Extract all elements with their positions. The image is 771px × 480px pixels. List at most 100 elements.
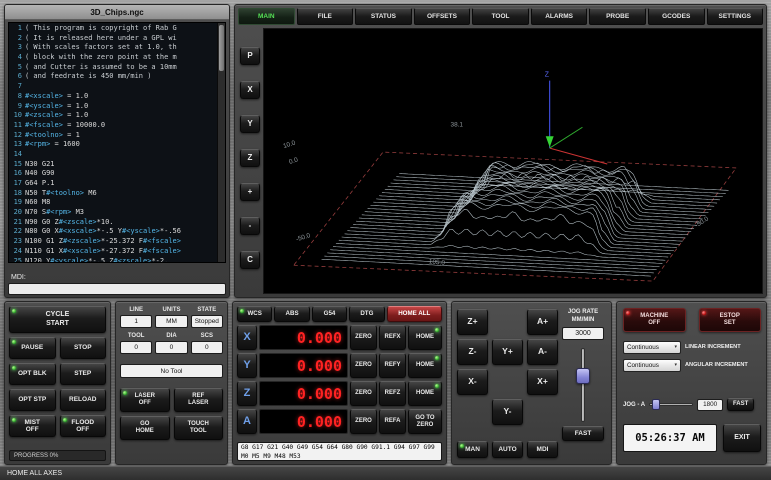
dro-g54-button[interactable]: G54 (312, 306, 347, 322)
mist-off-button[interactable]: MIST OFF (9, 415, 56, 437)
jog-rate-slider-track[interactable] (581, 348, 585, 422)
angular-increment-row: Continuous▾ANGULAR INCREMENT (623, 358, 762, 372)
code-scrollbar[interactable] (217, 23, 225, 262)
code-line: 17G64 P.1 (9, 179, 217, 189)
jog-rate-slider-thumb[interactable] (576, 368, 590, 384)
clear-view-button[interactable]: C (240, 251, 260, 269)
line-number: 16 (9, 169, 25, 179)
zoom-out-button[interactable]: - (240, 217, 260, 235)
jog-x-minus-button[interactable]: X- (457, 369, 488, 395)
code-text: N90 G0 Z#<zscale>*10. (25, 218, 114, 228)
zero-x-button[interactable]: ZERO (350, 325, 377, 350)
axis-x-button[interactable]: X (237, 325, 257, 350)
line-number: 8 (9, 92, 25, 102)
progress-bar: PROGRESS 0% (9, 450, 106, 461)
jog-z-plus-button[interactable]: Z+ (457, 309, 488, 335)
code-text: #<fscale> = 10000.0 (25, 121, 105, 131)
code-text: #<yscale> = 1.0 (25, 102, 88, 112)
zero-z-button[interactable]: ZERO (350, 381, 377, 406)
mdi-input[interactable] (8, 283, 226, 295)
cycle-start-button[interactable]: CYCLE START (9, 306, 106, 333)
machine-off-button[interactable]: MACHINE OFF (623, 308, 686, 332)
axis-row-a: A0.000ZEROREFAGO TO ZERO (237, 409, 442, 434)
pause-button[interactable]: PAUSE (9, 337, 56, 359)
tab-offsets[interactable]: OFFSETS (414, 8, 471, 25)
code-text: N30 G21 (25, 160, 55, 170)
jog-y-plus-button[interactable]: Y+ (492, 339, 523, 365)
tab-gcodes[interactable]: GCODES (648, 8, 705, 25)
axis-z-button[interactable]: Z (237, 381, 257, 406)
dro-dtg-button[interactable]: DTG (349, 306, 384, 322)
jog-a-minus-button[interactable]: A- (527, 339, 558, 365)
jog-a-slider-thumb[interactable] (652, 399, 660, 410)
code-scrollbar-thumb[interactable] (219, 25, 224, 71)
jog-a-plus-button[interactable]: A+ (527, 309, 558, 335)
code-text: N60 M8 (25, 198, 50, 208)
ref-a-button[interactable]: REFA (379, 409, 406, 434)
axis-z-dro: 0.000 (259, 381, 348, 406)
flood-off-button[interactable]: FLOOD OFF (60, 415, 107, 437)
line-number: 13 (9, 140, 25, 150)
home-y-button[interactable]: HOME (408, 353, 442, 378)
ref-laser-button[interactable]: REF LASER (174, 388, 224, 412)
laser-off-button[interactable]: LASER OFF (120, 388, 170, 412)
opt-stp-button[interactable]: OPT STP (9, 389, 56, 411)
view-x-button[interactable]: X (240, 81, 260, 99)
mode-man-button[interactable]: MAN (457, 441, 488, 458)
axis-y-button[interactable]: Y (237, 353, 257, 378)
estop-set-button[interactable]: ESTOP SET (699, 308, 762, 332)
exit-button[interactable]: EXIT (723, 424, 761, 452)
code-area: 1( This program is copyright of Rab G2( … (9, 24, 217, 262)
jog-z-minus-button[interactable]: Z- (457, 339, 488, 365)
dro-abs-button[interactable]: ABS (274, 306, 309, 322)
gcode-editor[interactable]: 1( This program is copyright of Rab G2( … (8, 22, 226, 263)
zoom-in-button[interactable]: + (240, 183, 260, 201)
opt-blk-button[interactable]: OPT BLK (9, 363, 56, 385)
dro-wcs-button[interactable]: WCS (237, 306, 272, 322)
angular-increment-select[interactable]: Continuous▾ (623, 359, 681, 372)
step-button[interactable]: STEP (60, 363, 107, 385)
zero-a-button[interactable]: ZERO (350, 409, 377, 434)
jog-x-plus-button[interactable]: X+ (527, 369, 558, 395)
jog-y-minus-button[interactable]: Y- (492, 399, 523, 425)
home-x-button[interactable]: HOME (408, 325, 442, 350)
tab-probe[interactable]: PROBE (589, 8, 646, 25)
code-text: G64 P.1 (25, 179, 55, 189)
mode-auto-button[interactable]: AUTO (492, 441, 523, 458)
stop-button[interactable]: STOP (60, 337, 107, 359)
jog-fast-button[interactable]: FAST (562, 426, 604, 441)
jog-rate-slider[interactable] (575, 348, 591, 422)
ref-z-button[interactable]: REFZ (379, 381, 406, 406)
tool-cone (546, 136, 554, 147)
axis-a-button[interactable]: A (237, 409, 257, 434)
code-line: 9#<yscale> = 1.0 (9, 102, 217, 112)
dro-home-all-button[interactable]: HOME ALL (387, 306, 442, 322)
view-y-button[interactable]: Y (240, 115, 260, 133)
home-z-button[interactable]: HOME (408, 381, 442, 406)
ref-y-button[interactable]: REFY (379, 353, 406, 378)
tab-main[interactable]: MAIN (238, 8, 295, 25)
dro-header: WCSABSG54DTGHOME ALL (237, 306, 442, 322)
code-text: ( and feedrate is 450 mm/min ) (25, 72, 151, 82)
zero-y-button[interactable]: ZERO (350, 353, 377, 378)
view-z-button[interactable]: Z (240, 149, 260, 167)
chevron-down-icon: ▾ (674, 362, 677, 368)
home-a-button[interactable]: GO TO ZERO (408, 409, 442, 434)
mode-mdi-button[interactable]: MDI (527, 441, 558, 458)
reload-button[interactable]: RELOAD (60, 389, 107, 411)
tab-tool[interactable]: TOOL (472, 8, 529, 25)
go-home-button[interactable]: GO HOME (120, 416, 170, 440)
tab-status[interactable]: STATUS (355, 8, 412, 25)
linear-increment-select[interactable]: Continuous▾ (623, 341, 681, 354)
touch-tool-button[interactable]: TOUCH TOOL (174, 416, 224, 440)
jog-a-slider[interactable] (649, 399, 693, 410)
toolpath-preview[interactable]: Z38.110.00.0-50.0105.0-50.0 (263, 28, 763, 294)
view-perspective-button[interactable]: P (240, 47, 260, 65)
tab-settings[interactable]: SETTINGS (707, 8, 764, 25)
jog-a-fast-button[interactable]: FAST (727, 398, 754, 411)
tab-file[interactable]: FILE (297, 8, 354, 25)
green-led (12, 366, 16, 370)
tab-alarms[interactable]: ALARMS (531, 8, 588, 25)
tick-label: 10.0 (282, 139, 296, 150)
ref-x-button[interactable]: REFX (379, 325, 406, 350)
